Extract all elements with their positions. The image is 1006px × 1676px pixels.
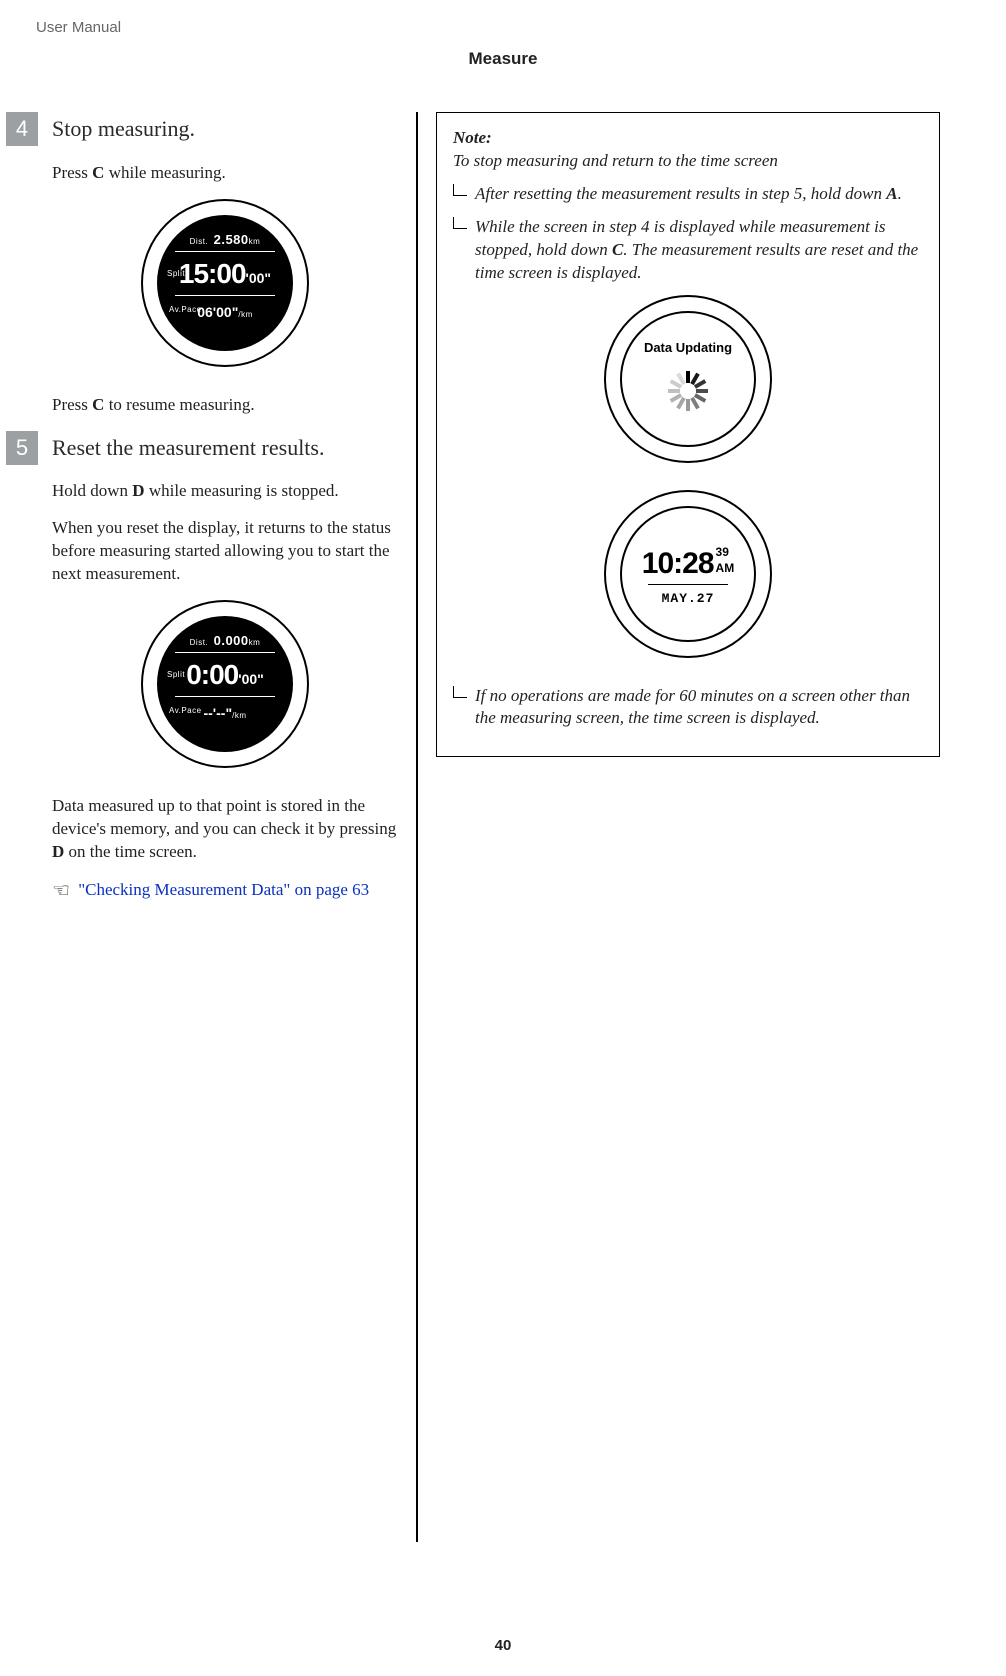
right-column: Note: To stop measuring and return to th…: [416, 112, 970, 1542]
step-5-p2: When you reset the display, it returns t…: [52, 517, 398, 586]
note-title: Note:: [453, 127, 923, 150]
button-c-ref: C: [612, 240, 623, 259]
text: while measuring is stopped.: [145, 481, 339, 500]
text: .: [898, 184, 902, 203]
watch-illustration-reset: Dist. 0.000km Split 0:00'00" Av.Pace --'…: [52, 600, 398, 775]
left-column: 4 Stop measuring. Press C while measurin…: [0, 112, 416, 1542]
time-seconds: 39: [716, 544, 735, 560]
hand-icon: ☞: [52, 878, 70, 905]
split-sec: '00": [246, 270, 272, 286]
button-d-ref: D: [52, 842, 64, 861]
note-item-1: After resetting the measurement results …: [453, 183, 923, 206]
dist-label: Dist.: [190, 638, 209, 647]
note-item-2: While the screen in step 4 is displayed …: [453, 216, 923, 285]
time-ampm: AM: [716, 560, 735, 576]
split-sec: '00": [238, 671, 264, 687]
note-box: Note: To stop measuring and return to th…: [436, 112, 940, 757]
dist-unit: km: [249, 638, 261, 647]
split-value: 0:00: [186, 659, 238, 690]
pace-label: Av.Pace: [169, 305, 202, 316]
time-value: 10:28: [642, 547, 714, 580]
time-date: MAY.27: [622, 590, 754, 608]
note-item-3: If no operations are made for 60 minutes…: [453, 685, 923, 731]
step-5-heading: Reset the measurement results.: [52, 431, 398, 463]
text: Press: [52, 395, 92, 414]
watch-illustration-updating: Data Updating: [453, 295, 923, 470]
pace-unit: /km: [232, 711, 246, 720]
bullet-icon: [453, 685, 475, 703]
step-4-p1: Press C while measuring.: [52, 162, 398, 185]
bullet-icon: [453, 216, 475, 234]
text: Press: [52, 163, 92, 182]
dist-value: 2.580: [214, 232, 249, 247]
button-a-ref: A: [886, 184, 897, 203]
step-5-p3: Data measured up to that point is stored…: [52, 795, 398, 864]
dist-value: 0.000: [214, 633, 249, 648]
spinner-icon: [668, 371, 708, 411]
section-title: Measure: [0, 48, 1006, 71]
cross-reference: ☞ "Checking Measurement Data" on page 63: [52, 878, 398, 905]
text: After resetting the measurement results …: [475, 184, 886, 203]
pace-value: --'--": [203, 705, 232, 721]
button-d-ref: D: [132, 481, 144, 500]
step-number-5: 5: [6, 431, 38, 465]
pace-label: Av.Pace: [169, 706, 202, 717]
text: Data measured up to that point is stored…: [52, 796, 396, 838]
link-checking-measurement-data[interactable]: "Checking Measurement Data" on page 63: [78, 880, 369, 899]
text: to resume measuring.: [104, 395, 254, 414]
split-label: Split: [167, 670, 185, 681]
watch-illustration-measuring: Dist. 2.580km Split 15:00'00" Av.Pace 06…: [52, 199, 398, 374]
updating-text: Data Updating: [622, 339, 754, 357]
text: while measuring.: [104, 163, 225, 182]
split-label: Split: [167, 269, 185, 280]
text: If no operations are made for 60 minutes…: [475, 685, 923, 731]
step-4-heading: Stop measuring.: [52, 112, 398, 144]
step-5-p1: Hold down D while measuring is stopped.: [52, 480, 398, 503]
pace-unit: /km: [238, 310, 252, 319]
watch-illustration-time: 10:28 39 AM MAY.27: [453, 490, 923, 665]
note-intro: To stop measuring and return to the time…: [453, 150, 923, 173]
dist-label: Dist.: [190, 237, 209, 246]
button-c-ref: C: [92, 163, 104, 182]
text: Hold down: [52, 481, 132, 500]
dist-unit: km: [249, 237, 261, 246]
content-columns: 4 Stop measuring. Press C while measurin…: [0, 112, 1006, 1542]
step-number-4: 4: [6, 112, 38, 146]
split-value: 15:00: [179, 258, 246, 289]
button-c-ref: C: [92, 395, 104, 414]
step-4-p2: Press C to resume measuring.: [52, 394, 398, 417]
bullet-icon: [453, 183, 475, 201]
pace-value: 06'00": [197, 304, 238, 320]
header-title: User Manual: [36, 18, 121, 38]
page-number: 40: [0, 1636, 1006, 1656]
text: on the time screen.: [64, 842, 197, 861]
